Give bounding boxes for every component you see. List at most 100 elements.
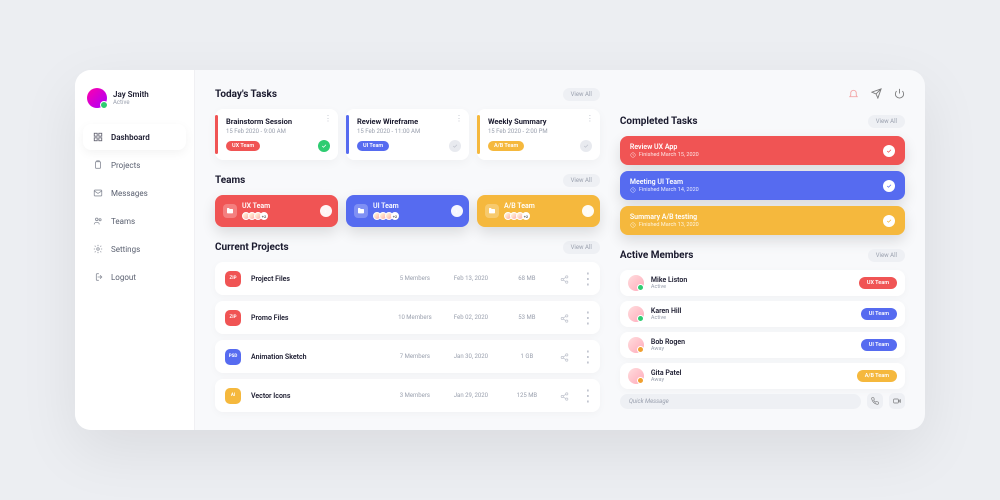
share-icon[interactable] — [560, 269, 570, 288]
project-size: 68 MB — [504, 275, 550, 282]
nav-label: Messages — [111, 189, 148, 198]
nav-teams[interactable]: Teams — [83, 208, 186, 234]
more-icon[interactable]: ⋮ — [324, 115, 332, 123]
section-title: Teams — [215, 175, 245, 186]
left-column: Today's Tasks View All ⋮ Brainstorm Sess… — [215, 88, 600, 412]
member-row[interactable]: Karen Hill Active UI Team — [620, 301, 905, 327]
arrow-button[interactable] — [451, 205, 463, 217]
arrow-button[interactable] — [582, 205, 594, 217]
view-all-button[interactable]: View All — [563, 241, 600, 254]
section-title: Active Members — [620, 250, 694, 261]
send-icon[interactable] — [871, 88, 882, 99]
project-members: 5 Members — [392, 275, 438, 282]
arrow-button[interactable] — [320, 205, 332, 217]
section-title: Today's Tasks — [215, 89, 277, 100]
team-name: UI Team — [373, 202, 399, 210]
member-row[interactable]: Bob Rogen Away UI Team — [620, 332, 905, 358]
project-members: 3 Members — [392, 392, 438, 399]
nav-settings[interactable]: Settings — [83, 236, 186, 262]
more-icon[interactable]: ⋮ — [586, 115, 594, 123]
profile[interactable]: Jay Smith Active — [75, 88, 194, 124]
project-row[interactable]: PSD Animation Sketch 7 Members Jan 30, 2… — [215, 340, 600, 373]
nav-label: Dashboard — [111, 133, 150, 142]
task-card[interactable]: ⋮ Review Wireframe 15 Feb 2020 - 11:00 A… — [346, 109, 469, 160]
view-all-button[interactable]: View All — [563, 88, 600, 101]
more-icon[interactable]: ⋮ — [580, 347, 590, 366]
team-pill: A/B Team — [488, 141, 524, 151]
nav-label: Teams — [111, 217, 135, 226]
team-pill: UX Team — [226, 141, 260, 151]
team-avatars: +2 — [504, 212, 535, 220]
member-status: Active — [651, 315, 681, 321]
project-date: Feb 13, 2020 — [448, 275, 494, 282]
task-card[interactable]: ⋮ Brainstorm Session 15 Feb 2020 - 9:00 … — [215, 109, 338, 160]
quick-message-input[interactable]: Quick Message — [620, 394, 861, 409]
completed-card[interactable]: Meeting UI Team Finished March 14, 2020 — [620, 171, 905, 200]
nav: Dashboard Projects Messages Teams Settin… — [75, 124, 194, 290]
file-type-icon: PSD — [225, 349, 241, 365]
completed-card[interactable]: Review UX App Finished March 15, 2020 — [620, 136, 905, 165]
section-title: Current Projects — [215, 242, 289, 253]
nav-label: Settings — [111, 245, 140, 254]
share-icon[interactable] — [560, 347, 570, 366]
right-column: Completed Tasks View All Review UX App F… — [620, 88, 905, 412]
call-button[interactable] — [867, 393, 883, 409]
check-icon — [883, 145, 895, 157]
member-name: Mike Liston — [651, 276, 687, 284]
task-title: Weekly Summary — [488, 117, 592, 126]
members-section: Active Members View All Mike Liston Acti… — [620, 249, 905, 409]
folder-icon — [223, 204, 237, 218]
share-icon[interactable] — [560, 386, 570, 405]
more-icon[interactable]: ⋮ — [455, 115, 463, 123]
nav-projects[interactable]: Projects — [83, 152, 186, 178]
team-card[interactable]: UI Team +2 — [346, 195, 469, 227]
project-row[interactable]: ZIP Project Files 5 Members Feb 13, 2020… — [215, 262, 600, 295]
view-all-button[interactable]: View All — [868, 249, 905, 262]
task-card[interactable]: ⋮ Weekly Summary 15 Feb 2020 - 2:00 PM A… — [477, 109, 600, 160]
member-team-pill: UX Team — [859, 277, 897, 289]
logout-icon — [93, 272, 103, 282]
task-date: 15 Feb 2020 - 11:00 AM — [357, 128, 461, 135]
users-icon — [93, 216, 103, 226]
task-date: 15 Feb 2020 - 9:00 AM — [226, 128, 330, 135]
more-icon[interactable]: ⋮ — [580, 269, 590, 288]
member-avatar — [628, 306, 644, 322]
more-icon[interactable]: ⋮ — [580, 386, 590, 405]
sidebar: Jay Smith Active Dashboard Projects Mess… — [75, 70, 195, 430]
grid-icon — [93, 132, 103, 142]
completed-card[interactable]: Summary A/B testing Finished March 13, 2… — [620, 206, 905, 235]
project-members: 7 Members — [392, 353, 438, 360]
folder-icon — [354, 204, 368, 218]
project-row[interactable]: AI Vector Icons 3 Members Jan 29, 2020 1… — [215, 379, 600, 412]
view-all-button[interactable]: View All — [563, 174, 600, 187]
member-avatar — [628, 337, 644, 353]
project-date: Jan 29, 2020 — [448, 392, 494, 399]
nav-messages[interactable]: Messages — [83, 180, 186, 206]
team-avatars: +2 — [373, 212, 399, 220]
team-avatars: +2 — [242, 212, 270, 220]
team-pill: UI Team — [357, 141, 389, 151]
more-icon[interactable]: ⋮ — [580, 308, 590, 327]
project-row[interactable]: ZIP Promo Files 10 Members Feb 02, 2020 … — [215, 301, 600, 334]
team-card[interactable]: UX Team +2 — [215, 195, 338, 227]
nav-label: Logout — [111, 273, 136, 282]
file-type-icon: AI — [225, 388, 241, 404]
member-row[interactable]: Gita Patel Away A/B Team — [620, 363, 905, 389]
nav-logout[interactable]: Logout — [83, 264, 186, 290]
nav-dashboard[interactable]: Dashboard — [83, 124, 186, 150]
view-all-button[interactable]: View All — [868, 115, 905, 128]
user-name: Jay Smith — [113, 90, 149, 99]
file-type-icon: ZIP — [225, 271, 241, 287]
video-button[interactable] — [889, 393, 905, 409]
task-title: Review Wireframe — [357, 117, 461, 126]
completed-title: Summary A/B testing — [630, 213, 699, 221]
project-date: Jan 30, 2020 — [448, 353, 494, 360]
member-row[interactable]: Mike Liston Active UX Team — [620, 270, 905, 296]
power-icon[interactable] — [894, 88, 905, 99]
share-icon[interactable] — [560, 308, 570, 327]
project-size: 1 GB — [504, 353, 550, 360]
project-name: Promo Files — [251, 314, 382, 322]
team-card[interactable]: A/B Team +2 — [477, 195, 600, 227]
bell-icon[interactable] — [848, 88, 859, 99]
avatar — [87, 88, 107, 108]
